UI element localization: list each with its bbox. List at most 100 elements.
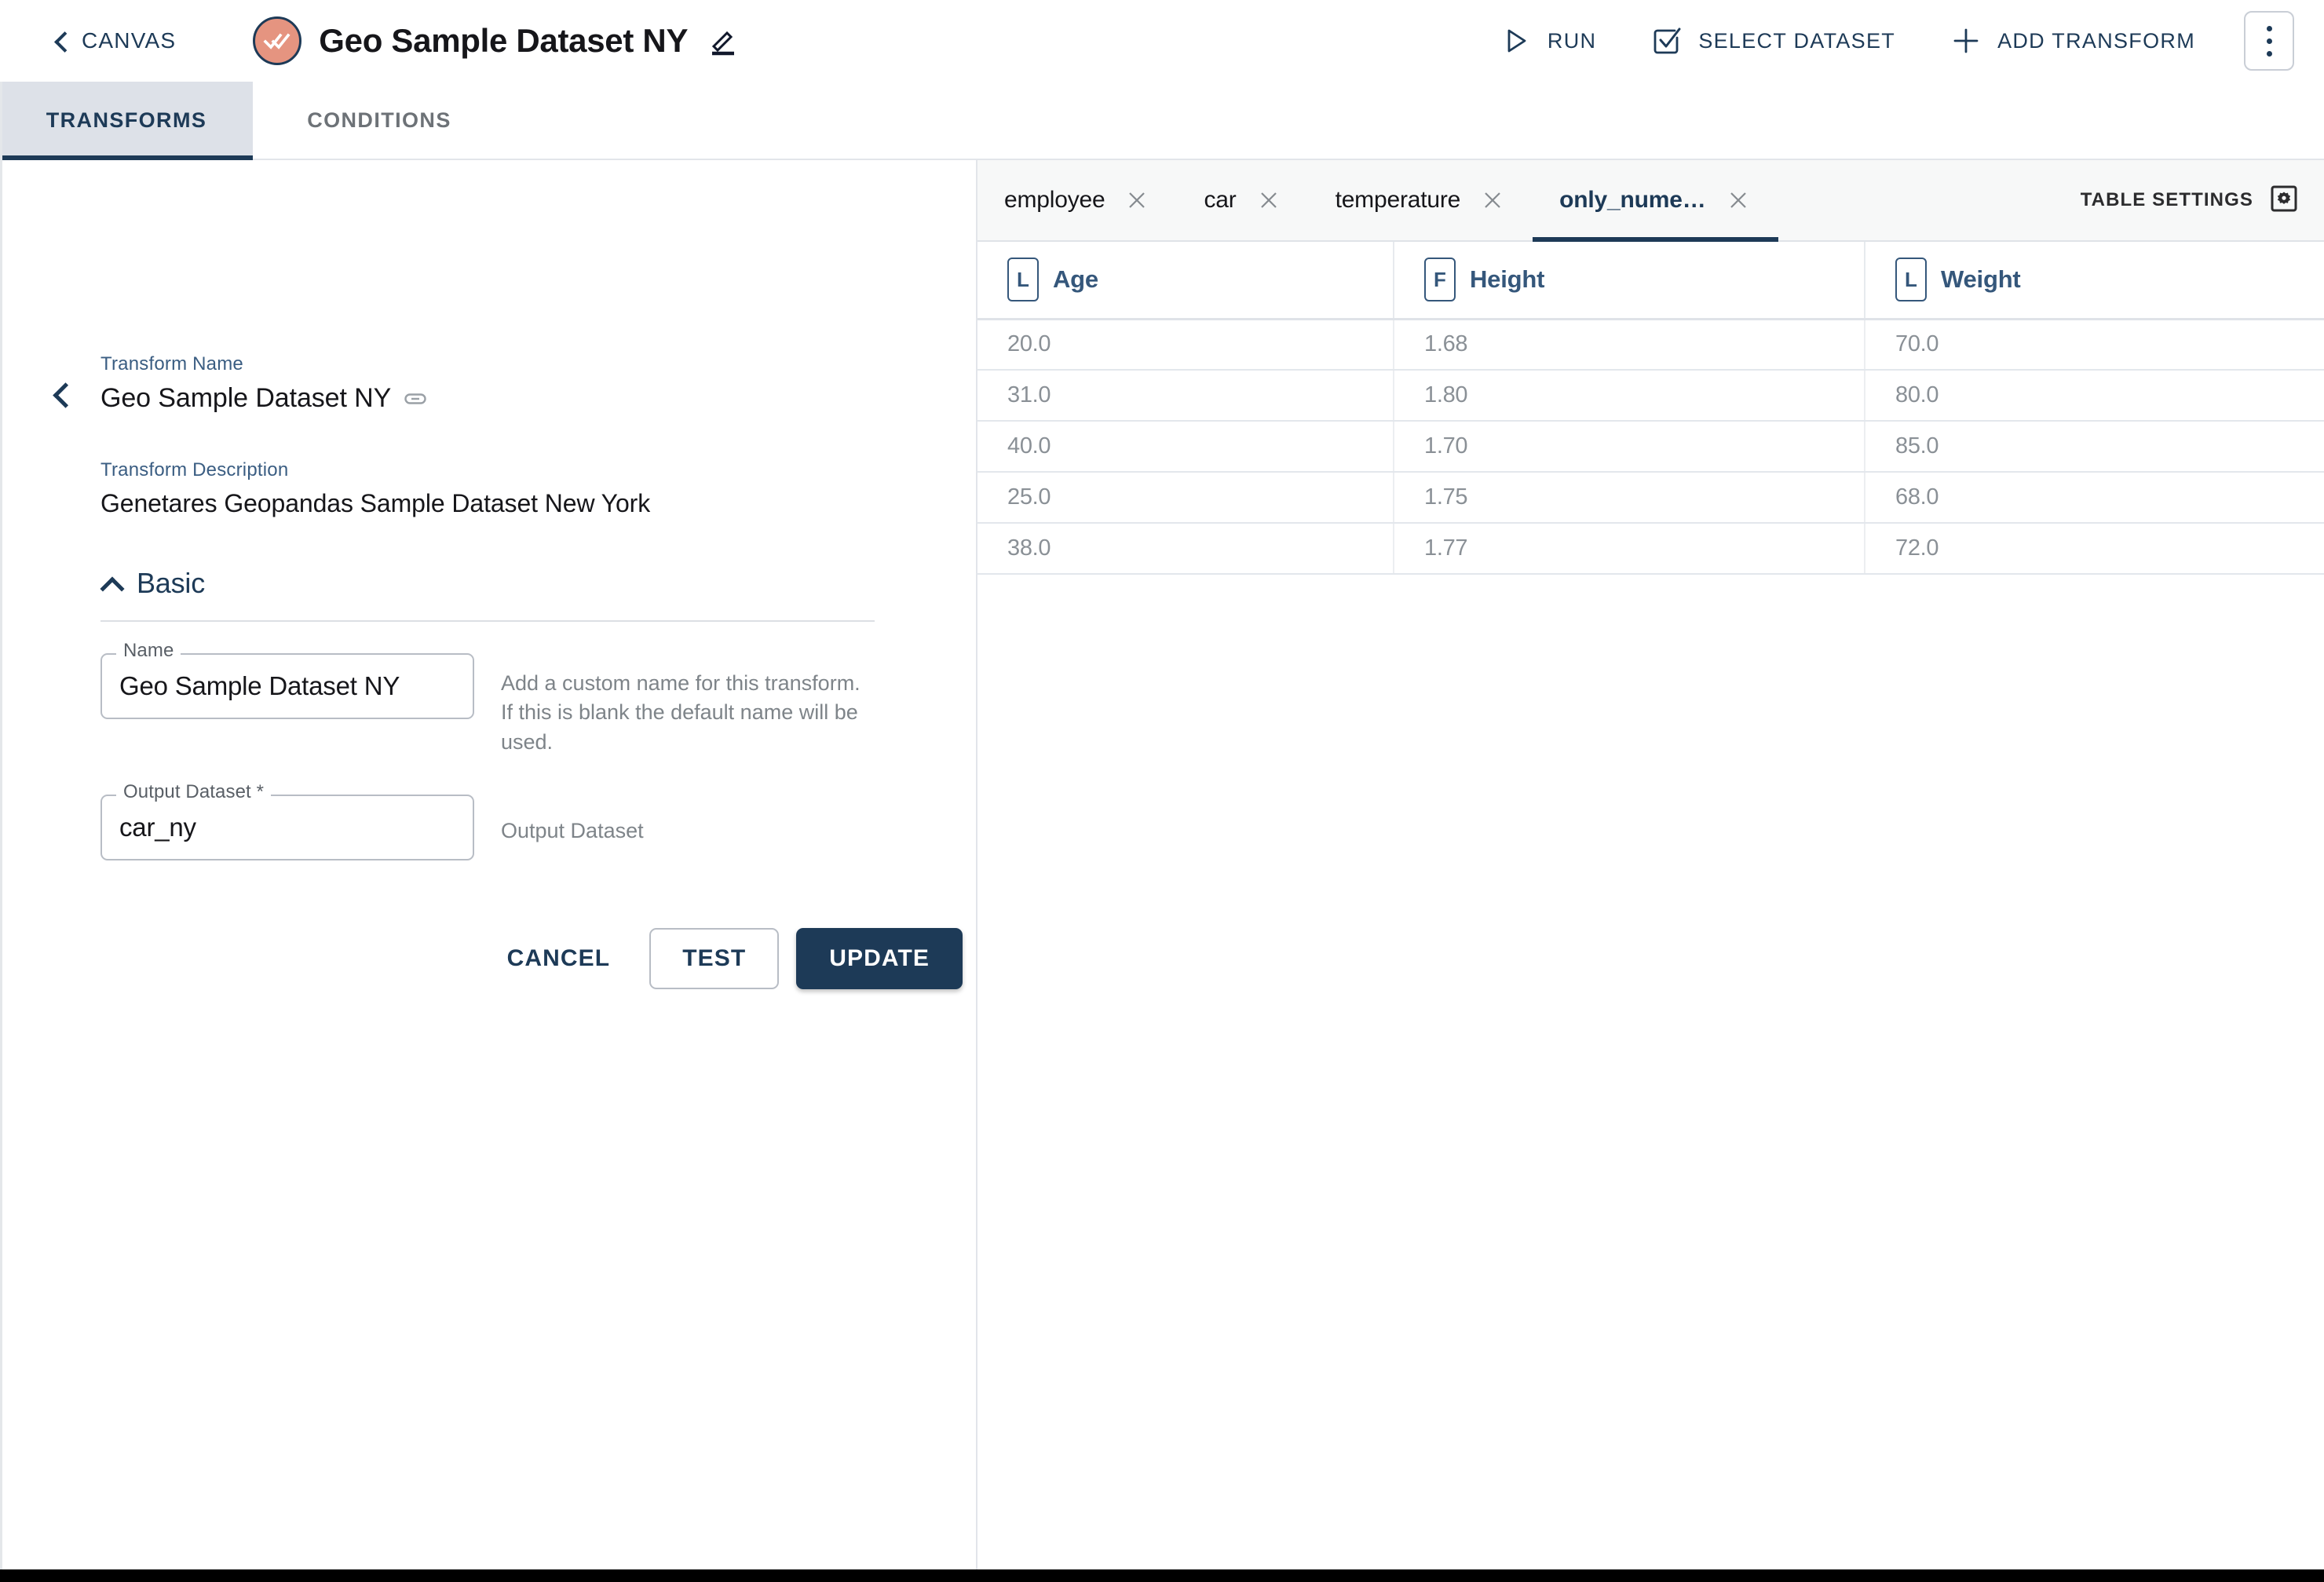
tab-transforms[interactable]: TRANSFORMS (0, 82, 253, 160)
table-settings-button[interactable]: TABLE SETTINGS (2057, 160, 2324, 240)
dataset-tab-temperature-label: temperature (1335, 187, 1461, 213)
cell-age: 38.0 (977, 523, 1394, 575)
tab-transforms-label: TRANSFORMS (46, 108, 207, 132)
dataset-tab-employee-label: employee (1004, 187, 1105, 213)
close-icon[interactable] (1255, 187, 1282, 214)
chevron-left-icon (52, 32, 69, 49)
column-type-badge: L (1007, 258, 1039, 302)
cell-weight: 70.0 (1865, 319, 2324, 371)
double-check-icon (253, 16, 302, 65)
kebab-menu-icon[interactable] (2244, 11, 2294, 71)
output-dataset-field-label: Output Dataset * (116, 780, 272, 803)
tab-conditions[interactable]: CONDITIONS (253, 82, 506, 159)
close-icon[interactable] (1479, 187, 1506, 214)
name-field-label: Name (116, 640, 181, 662)
field-row-name: Name Geo Sample Dataset NY Add a custom … (100, 640, 976, 757)
kebab-dot (2266, 38, 2272, 44)
dataset-tab-car[interactable]: car (1177, 160, 1308, 240)
run-label: RUN (1547, 28, 1597, 53)
dataset-table-container[interactable]: L Age F Height L Weight 20.0 1.68 70.0 3… (977, 242, 2324, 1582)
section-basic-header[interactable]: Basic (100, 567, 205, 600)
column-header-weight[interactable]: L Weight (1865, 242, 2324, 320)
transform-name-value: Geo Sample Dataset NY (100, 383, 392, 413)
run-button[interactable]: RUN (1472, 13, 1623, 69)
form-action-buttons: CANCEL TEST UPDATE (100, 927, 963, 989)
transform-description-value: Genetares Geopandas Sample Dataset New Y… (100, 489, 651, 517)
table-header-row: L Age F Height L Weight (977, 242, 2324, 320)
link-icon[interactable] (404, 387, 427, 411)
kebab-dot (2266, 50, 2272, 57)
cell-weight: 80.0 (1865, 370, 2324, 422)
cell-age: 20.0 (977, 319, 1394, 371)
cell-age: 25.0 (977, 472, 1394, 524)
cell-height: 1.75 (1394, 472, 1865, 524)
tab-conditions-label: CONDITIONS (307, 108, 451, 132)
dataset-tab-only-numeric[interactable]: only_nume… (1533, 160, 1778, 242)
cell-age: 40.0 (977, 421, 1394, 473)
cancel-button[interactable]: CANCEL (485, 930, 633, 988)
cell-height: 1.70 (1394, 421, 1865, 473)
table-settings-label: TABLE SETTINGS (2080, 189, 2253, 210)
chevron-up-icon (100, 575, 124, 592)
transform-detail-panel: Transform Name Geo Sample Dataset NY Tra… (0, 160, 977, 1582)
app-root: CANVAS Geo Sample Dataset NY RUN SELECT … (0, 0, 2324, 1582)
play-icon (1499, 24, 1533, 58)
bottom-edge-bar (0, 1569, 2324, 1582)
dataset-tab-employee[interactable]: employee (977, 160, 1177, 240)
table-row[interactable]: 25.0 1.75 68.0 (977, 472, 2324, 524)
kebab-dot (2266, 25, 2272, 31)
left-edge-divider (0, 0, 2, 1569)
close-icon[interactable] (1124, 187, 1150, 214)
transform-name-row: Geo Sample Dataset NY (100, 383, 976, 414)
name-field[interactable]: Name Geo Sample Dataset NY (100, 640, 474, 719)
column-header-height[interactable]: F Height (1394, 242, 1865, 320)
dataset-tab-only-numeric-label: only_nume… (1559, 187, 1706, 213)
column-header-age-label: Age (1053, 265, 1098, 294)
output-dataset-field-box[interactable]: car_ny (100, 794, 474, 860)
table-row[interactable]: 38.0 1.77 72.0 (977, 523, 2324, 575)
name-field-box[interactable]: Geo Sample Dataset NY (100, 653, 474, 719)
transform-form: Transform Name Geo Sample Dataset NY Tra… (0, 160, 976, 989)
panel-collapse-chevron-left-icon[interactable] (49, 382, 75, 408)
table-row[interactable]: 40.0 1.70 85.0 (977, 421, 2324, 473)
update-button[interactable]: UPDATE (796, 927, 963, 989)
body-split: Transform Name Geo Sample Dataset NY Tra… (0, 160, 2324, 1582)
field-row-output-dataset: Output Dataset * car_ny Output Dataset (100, 780, 976, 860)
column-header-age[interactable]: L Age (977, 242, 1394, 320)
table-row[interactable]: 20.0 1.68 70.0 (977, 319, 2324, 371)
cell-age: 31.0 (977, 370, 1394, 422)
column-type-badge: L (1895, 258, 1927, 302)
dataset-tab-temperature[interactable]: temperature (1309, 160, 1533, 240)
select-dataset-button[interactable]: SELECT DATASET (1623, 13, 1922, 69)
output-dataset-field[interactable]: Output Dataset * car_ny (100, 780, 474, 860)
dataset-tab-bar: employee car temperature only_nume… TABL… (977, 160, 2324, 242)
gear-icon (2271, 185, 2297, 216)
name-field-value: Geo Sample Dataset NY (119, 671, 400, 700)
add-transform-label: ADD TRANSFORM (1997, 28, 2195, 53)
page-title: Geo Sample Dataset NY (319, 22, 689, 59)
column-type-badge: F (1424, 258, 1456, 302)
cell-weight: 85.0 (1865, 421, 2324, 473)
name-field-helper: Add a custom name for this transform. If… (501, 671, 861, 754)
select-dataset-label: SELECT DATASET (1698, 28, 1896, 53)
close-icon[interactable] (1725, 187, 1752, 214)
cell-height: 1.77 (1394, 523, 1865, 575)
cell-height: 1.68 (1394, 319, 1865, 371)
add-transform-button[interactable]: ADD TRANSFORM (1922, 13, 2222, 69)
dataset-preview-panel: employee car temperature only_nume… TABL… (977, 160, 2324, 1582)
back-to-canvas-button[interactable]: CANVAS (47, 22, 181, 60)
check-square-icon (1650, 24, 1684, 58)
transform-description-label: Transform Description (100, 459, 289, 480)
top-header: CANVAS Geo Sample Dataset NY RUN SELECT … (0, 0, 2324, 82)
pencil-edit-icon[interactable] (705, 23, 741, 59)
section-basic-label: Basic (137, 567, 206, 599)
test-button[interactable]: TEST (649, 927, 780, 989)
table-row[interactable]: 31.0 1.80 80.0 (977, 370, 2324, 422)
table-header: L Age F Height L Weight (977, 242, 2324, 320)
section-divider (100, 620, 875, 622)
column-header-weight-label: Weight (1941, 265, 2021, 294)
dataset-tab-car-label: car (1204, 187, 1237, 213)
main-tab-bar: TRANSFORMS CONDITIONS (0, 82, 2324, 160)
cell-height: 1.80 (1394, 370, 1865, 422)
cell-weight: 72.0 (1865, 523, 2324, 575)
